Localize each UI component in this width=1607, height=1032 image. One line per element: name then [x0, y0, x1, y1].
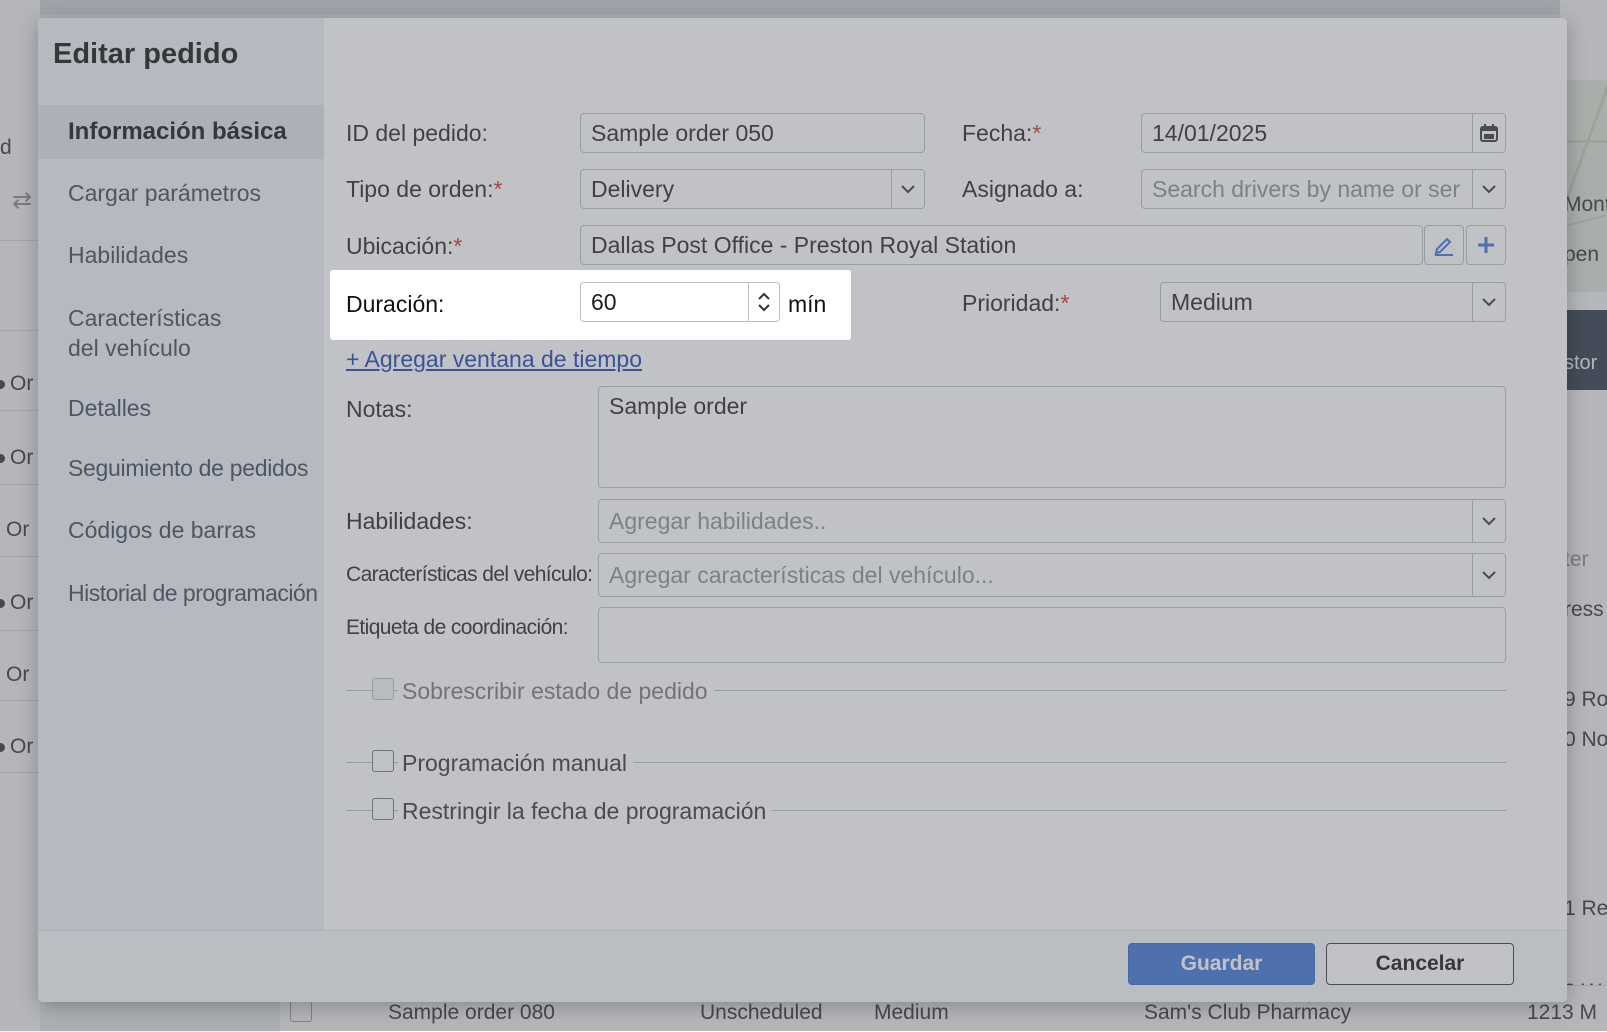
- dialog-sidebar: Editar pedido Información básica Cargar …: [38, 18, 324, 930]
- sidebar-item-vehicle-features[interactable]: Características del vehículo: [68, 303, 221, 363]
- add-location-button[interactable]: [1466, 225, 1506, 265]
- date-input[interactable]: 14/01/2025: [1141, 113, 1506, 153]
- chevron-up-icon[interactable]: [758, 292, 770, 300]
- save-button[interactable]: Guardar: [1128, 943, 1315, 985]
- sidebar-item-scheduling-history[interactable]: Historial de programación: [68, 578, 318, 608]
- dialog-title: Editar pedido: [53, 38, 239, 70]
- order-type-select[interactable]: Delivery: [580, 169, 925, 209]
- order-id-label: ID del pedido:: [346, 120, 488, 146]
- duration-unit: mín: [788, 291, 827, 317]
- priority-label: Prioridad:*: [962, 290, 1070, 316]
- dialog-footer: Guardar Cancelar: [38, 930, 1567, 1002]
- skills-select[interactable]: Agregar habilidades..: [598, 499, 1506, 543]
- sidebar-item-load-parameters[interactable]: Cargar parámetros: [68, 178, 261, 208]
- chevron-down-icon: [901, 184, 915, 193]
- sidebar-item-barcodes[interactable]: Códigos de barras: [68, 515, 256, 545]
- sidebar-item-details[interactable]: Detalles: [68, 393, 151, 423]
- sidebar-item-order-tracking[interactable]: Seguimiento de pedidos: [68, 453, 309, 483]
- location-input[interactable]: Dallas Post Office - Preston Royal Stati…: [580, 225, 1423, 265]
- notes-textarea[interactable]: [598, 386, 1506, 488]
- date-label: Fecha:*: [962, 120, 1042, 146]
- chevron-down-icon: [1482, 184, 1496, 193]
- assigned-to-dropdown-toggle[interactable]: [1472, 170, 1505, 208]
- skills-dropdown-toggle[interactable]: [1472, 500, 1505, 542]
- restrict-date-checkbox[interactable]: [372, 798, 394, 820]
- calendar-icon: [1480, 124, 1498, 142]
- override-status-label: Sobrescribir estado de pedido: [398, 678, 714, 705]
- coordination-tag-label: Etiqueta de coordinación:: [346, 616, 569, 639]
- duration-highlight: Duración: 60 mín: [330, 270, 851, 340]
- order-type-label: Tipo de orden:*: [346, 176, 503, 202]
- manual-scheduling-checkbox[interactable]: [372, 750, 394, 772]
- chevron-down-icon: [1482, 297, 1496, 306]
- duration-label: Duración:: [346, 291, 445, 317]
- calendar-button[interactable]: [1472, 114, 1505, 152]
- priority-select[interactable]: Medium: [1160, 282, 1506, 322]
- assigned-to-select[interactable]: Search drivers by name or ser: [1141, 169, 1506, 209]
- pencil-icon: [1434, 237, 1453, 256]
- edit-location-button[interactable]: [1424, 225, 1464, 265]
- vehicle-features-label: Características del vehículo:: [346, 563, 593, 586]
- chevron-down-icon: [1482, 516, 1496, 525]
- dialog-form: ID del pedido: Sample order 050 Fecha:* …: [324, 18, 1567, 930]
- skills-label: Habilidades:: [346, 508, 473, 534]
- sidebar-item-skills[interactable]: Habilidades: [68, 240, 188, 270]
- chevron-down-icon: [1482, 570, 1496, 579]
- restrict-date-label: Restringir la fecha de programación: [398, 798, 773, 825]
- edit-order-dialog: Editar pedido Información básica Cargar …: [38, 18, 1567, 1002]
- sidebar-item-basic-info[interactable]: Información básica: [38, 105, 324, 159]
- priority-dropdown-toggle[interactable]: [1472, 283, 1505, 321]
- coordination-tag-input[interactable]: [598, 607, 1506, 663]
- chevron-down-icon[interactable]: [758, 304, 770, 312]
- order-type-dropdown-toggle[interactable]: [891, 170, 924, 208]
- manual-scheduling-label: Programación manual: [398, 750, 634, 777]
- location-label: Ubicación:*: [346, 233, 463, 259]
- duration-stepper-arrows[interactable]: [748, 283, 779, 321]
- order-id-input[interactable]: Sample order 050: [580, 113, 925, 153]
- vehicle-features-select[interactable]: Agregar características del vehículo...: [598, 553, 1506, 597]
- plus-icon: [1478, 237, 1494, 253]
- assigned-to-label: Asignado a:: [962, 176, 1084, 202]
- notes-label: Notas:: [346, 396, 413, 422]
- vehicle-features-dropdown-toggle[interactable]: [1472, 554, 1505, 596]
- cancel-button[interactable]: Cancelar: [1326, 943, 1514, 985]
- add-time-window-link[interactable]: + Agregar ventana de tiempo: [346, 346, 642, 373]
- duration-stepper[interactable]: 60: [580, 282, 780, 322]
- override-status-checkbox[interactable]: [372, 678, 394, 700]
